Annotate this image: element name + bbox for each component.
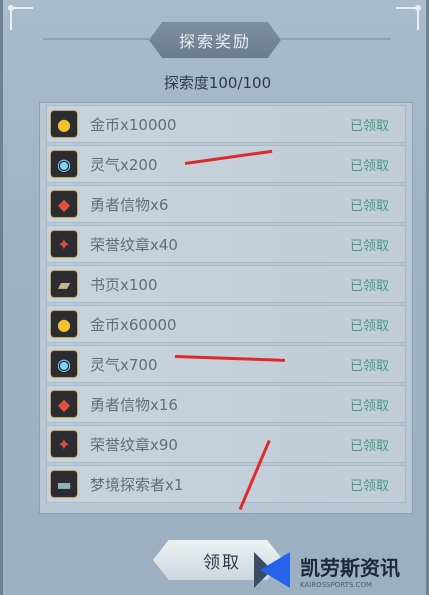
watermark-title: 凯劳斯资讯 xyxy=(300,555,400,580)
reward-row: ▰ 书页x100 已领取 xyxy=(46,265,406,303)
claimed-status: 已领取 xyxy=(349,198,389,214)
reward-row: ● 金币x10000 已领取 xyxy=(46,105,406,143)
hero-token-icon: ◆ xyxy=(50,390,78,418)
gold-coin-icon: ● xyxy=(50,110,78,138)
claimed-status: 已领取 xyxy=(349,118,389,134)
site-watermark: 凯劳斯资讯 KAIROSSPORTS.COM xyxy=(250,545,429,595)
panel-title: 探索奖励 xyxy=(149,22,281,58)
reward-name: 勇者信物x6 xyxy=(90,195,169,214)
reward-row: ▬ 梦境探索者x1 已领取 xyxy=(46,465,406,503)
explorer-badge-icon: ▬ xyxy=(50,470,78,498)
reward-name: 书页x100 xyxy=(90,275,158,294)
book-page-icon: ▰ xyxy=(50,270,78,298)
exploration-progress: 探索度100/100 xyxy=(163,74,272,92)
reward-name: 荣誉纹章x90 xyxy=(90,435,178,454)
corner-ornament-icon xyxy=(7,4,37,34)
watermark-domain: KAIROSSPORTS.COM xyxy=(300,580,373,589)
reward-row: ◆ 勇者信物x16 已领取 xyxy=(46,385,406,423)
claimed-status: 已领取 xyxy=(349,278,389,294)
reward-name: 梦境探索者x1 xyxy=(90,475,184,494)
claimed-status: 已领取 xyxy=(349,158,389,174)
reward-row: ● 金币x60000 已领取 xyxy=(46,305,406,343)
reward-panel: 探索奖励 探索度100/100 ● 金币x10000 已领取 ◉ 灵气x200 已领取 ◆ 勇… xyxy=(0,0,429,595)
reward-list: ● 金币x10000 已领取 ◉ 灵气x200 已领取 ◆ 勇者信物x6 已领取 ✦ 荣誉纹章x40… xyxy=(39,102,413,514)
reward-name: 勇者信物x16 xyxy=(90,395,178,414)
honor-emblem-icon: ✦ xyxy=(50,230,78,258)
spirit-orb-icon: ◉ xyxy=(50,150,78,178)
honor-emblem-icon: ✦ xyxy=(50,430,78,458)
reward-name: 荣誉纹章x40 xyxy=(90,235,178,254)
claimed-status: 已领取 xyxy=(349,478,389,494)
gold-coin-icon: ● xyxy=(50,310,78,338)
title-divider xyxy=(281,38,391,40)
spirit-orb-icon: ◉ xyxy=(50,350,78,378)
reward-name: 金币x60000 xyxy=(90,315,177,334)
reward-row: ✦ 荣誉纹章x40 已领取 xyxy=(46,225,406,263)
watermark-logo-icon xyxy=(254,552,290,588)
corner-ornament-icon xyxy=(392,4,422,34)
reward-row: ◆ 勇者信物x6 已领取 xyxy=(46,185,406,223)
reward-row: ✦ 荣誉纹章x90 已领取 xyxy=(46,425,406,463)
claimed-status: 已领取 xyxy=(349,438,389,454)
claimed-status: 已领取 xyxy=(349,358,389,374)
claimed-status: 已领取 xyxy=(349,318,389,334)
reward-row: ◉ 灵气x700 已领取 xyxy=(46,345,406,383)
hero-token-icon: ◆ xyxy=(50,190,78,218)
reward-name: 金币x10000 xyxy=(90,115,177,134)
claimed-status: 已领取 xyxy=(349,238,389,254)
title-divider xyxy=(43,38,149,40)
claimed-status: 已领取 xyxy=(349,398,389,414)
reward-row: ◉ 灵气x200 已领取 xyxy=(46,145,406,183)
